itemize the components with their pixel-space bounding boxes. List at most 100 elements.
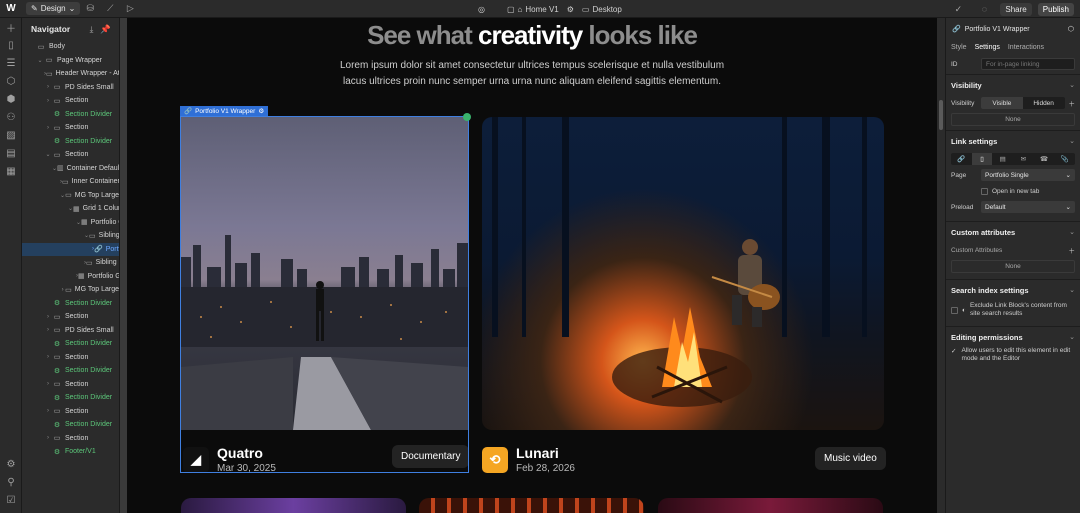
card-tag[interactable]: Music video (815, 447, 886, 470)
expand-caret-icon[interactable]: › (44, 435, 52, 441)
assets-icon[interactable]: ▨ (0, 126, 22, 144)
analytics-icon[interactable]: ⟋ (100, 0, 120, 18)
chevron-down-icon[interactable]: ⌄ (1069, 286, 1075, 294)
navigator-item[interactable]: ⚙ Section Divider (22, 364, 119, 378)
expand-caret-icon[interactable]: › (44, 125, 52, 131)
navigator-icon[interactable]: ☰ (0, 54, 22, 72)
webflow-logo-icon[interactable]: W (0, 0, 22, 18)
expand-caret-icon[interactable]: ⌄ (44, 151, 52, 158)
section-link-icon[interactable]: ▤ (992, 153, 1013, 165)
navigator-item[interactable]: › ▭ PD Sides Small (22, 81, 119, 95)
expand-caret-icon[interactable]: › (44, 98, 52, 104)
variables-icon[interactable]: ⚇ (0, 108, 22, 126)
preload-dropdown[interactable]: Default ⌄ (981, 201, 1075, 213)
navigator-item[interactable]: ⌄▦Portfolio Grid (22, 216, 119, 230)
page-link-icon[interactable]: ▯ (971, 153, 993, 165)
tab-style[interactable]: Style (951, 44, 967, 51)
audit-icon[interactable]: ⚲ (0, 473, 22, 491)
expand-caret-icon[interactable]: › (44, 327, 52, 333)
card-image-campfire[interactable] (482, 117, 884, 430)
navigator-item[interactable]: ⌄▭Sibling Item (22, 229, 119, 243)
navigator-item[interactable]: › ▭ Section (22, 432, 119, 446)
cms-collections-icon[interactable]: ⬢ (0, 90, 22, 108)
share-button[interactable]: Share (1000, 2, 1032, 16)
tab-settings[interactable]: Settings (975, 44, 1000, 51)
email-link-icon[interactable]: ✉ (1013, 153, 1034, 165)
expand-caret-icon[interactable]: ⌄ (36, 57, 44, 64)
collapse-icon[interactable]: ⤓ (90, 24, 94, 35)
navigator-item[interactable]: › ▭ Section (22, 405, 119, 419)
navigator-item[interactable]: › ▭ Section (22, 94, 119, 108)
card-tag[interactable]: Documentary (392, 445, 470, 468)
publish-button[interactable]: Publish (1037, 2, 1074, 16)
navigator-item[interactable]: ⌄ ▭ Section (22, 148, 119, 162)
library-icon[interactable]: ▤ (0, 144, 22, 162)
component-icon[interactable]: ⬡ (1068, 25, 1074, 33)
navigator-item[interactable]: › ▭ Section (22, 121, 119, 135)
pin-icon[interactable]: 📌 (100, 24, 111, 35)
navigator-item[interactable]: ›▭Sibling Item (22, 256, 119, 270)
canvas-scrollbar[interactable] (937, 18, 945, 513)
expand-caret-icon[interactable]: › (44, 381, 52, 387)
add-condition-icon[interactable]: ＋ (1069, 98, 1076, 108)
new-tab-checkbox[interactable] (981, 187, 988, 195)
chevron-down-icon[interactable]: ⌄ (1069, 228, 1075, 236)
cms-icon[interactable]: ⛁ (80, 0, 100, 18)
navigator-item[interactable]: › ▭ Section (22, 310, 119, 324)
navigator-item[interactable]: › ▭ MG Top Large (22, 283, 119, 297)
page-settings-icon[interactable]: ⚙ (567, 5, 574, 14)
tab-interactions[interactable]: Interactions (1008, 44, 1044, 51)
globe-icon[interactable]: ◎ (478, 5, 485, 14)
navigator-item[interactable]: ›▦Portfolio Grid (22, 270, 119, 284)
navigator-item[interactable]: ⚙ Footer/V1 (22, 445, 119, 459)
navigator-item[interactable]: ⚙ Section Divider (22, 391, 119, 405)
chevron-down-icon[interactable]: ⌄ (1069, 81, 1075, 89)
settings-icon[interactable]: ⚙ (0, 455, 22, 473)
navigator-item[interactable]: › ▭ Header Wrapper - At (22, 67, 119, 81)
mode-dropdown[interactable]: ✎ Design ⌄ (26, 2, 81, 15)
expand-caret-icon[interactable]: › (44, 314, 52, 320)
navigator-item[interactable]: ▭ Body (22, 40, 119, 54)
file-link-icon[interactable]: 📎 (1054, 153, 1075, 165)
exclude-search-checkbox[interactable] (951, 306, 958, 314)
navigator-item[interactable]: ⚙ Section Divider (22, 297, 119, 311)
help-icon[interactable]: ☑ (0, 491, 22, 509)
navigator-item[interactable]: › ▭ Section (22, 351, 119, 365)
navigator-item[interactable]: ›🔗Portfolio (22, 242, 119, 256)
navigator-item[interactable]: ⚙ Section Divider (22, 108, 119, 122)
add-icon[interactable]: ＋ (0, 18, 22, 36)
chevron-down-icon[interactable]: ⌄ (1069, 137, 1075, 145)
page-dropdown[interactable]: Portfolio Single ⌄ (981, 169, 1075, 181)
pages-icon[interactable]: ▯ (0, 36, 22, 54)
id-input[interactable]: For in-page linking (981, 58, 1075, 70)
breakpoint-selector[interactable]: ▭ Desktop (582, 5, 622, 14)
expand-caret-icon[interactable]: › (44, 408, 52, 414)
navigator-item[interactable]: ⚙ Section Divider (22, 135, 119, 149)
design-canvas[interactable]: See what creativity looks like Lorem ips… (127, 18, 937, 513)
check-icon[interactable]: ✓ (951, 347, 956, 355)
apps-icon[interactable]: ▦ (0, 162, 22, 180)
scroll-thumb[interactable] (939, 100, 943, 130)
preview-icon[interactable]: ▷ (120, 0, 140, 18)
navigator-item[interactable]: ⚙ Section Divider (22, 418, 119, 432)
visibility-toggle[interactable]: Visible Hidden (981, 97, 1065, 109)
navigator-item[interactable]: › ▭ Inner Container (22, 175, 119, 189)
navigator-item[interactable]: ⌄▦Grid 1 Column (22, 202, 119, 216)
chevron-down-icon[interactable]: ⌄ (1069, 333, 1075, 341)
comments-icon[interactable]: ◌ (974, 0, 994, 18)
portfolio-card-quatro[interactable]: ◢ Quatro Mar 30, 2025 Documentary (181, 117, 470, 474)
components-icon[interactable]: ⬡ (0, 72, 22, 90)
navigator-item[interactable]: ⌄ ▭ MG Top Large (22, 189, 119, 203)
hero-title[interactable]: See what creativity looks like (127, 20, 937, 51)
expand-caret-icon[interactable]: › (44, 354, 52, 360)
navigator-item[interactable]: › ▭ Section (22, 378, 119, 392)
add-attribute-icon[interactable]: ＋ (1069, 245, 1076, 255)
page-selector[interactable]: ▢ ⌂ Home V1 (507, 5, 559, 14)
hero-subtitle[interactable]: Lorem ipsum dolor sit amet consectetur u… (327, 58, 737, 90)
navigator-item[interactable]: ⚙ Section Divider (22, 337, 119, 351)
navigator-item[interactable]: ⌄ ▭ Page Wrapper (22, 54, 119, 68)
selection-label[interactable]: 🔗 Portfolio V1 Wrapper ⚙ (180, 106, 269, 116)
visible-option[interactable]: Visible (981, 97, 1023, 109)
checklist-icon[interactable]: ✓ (948, 0, 968, 18)
navigator-item[interactable]: ⌄ ▥ Container Default (22, 162, 119, 176)
